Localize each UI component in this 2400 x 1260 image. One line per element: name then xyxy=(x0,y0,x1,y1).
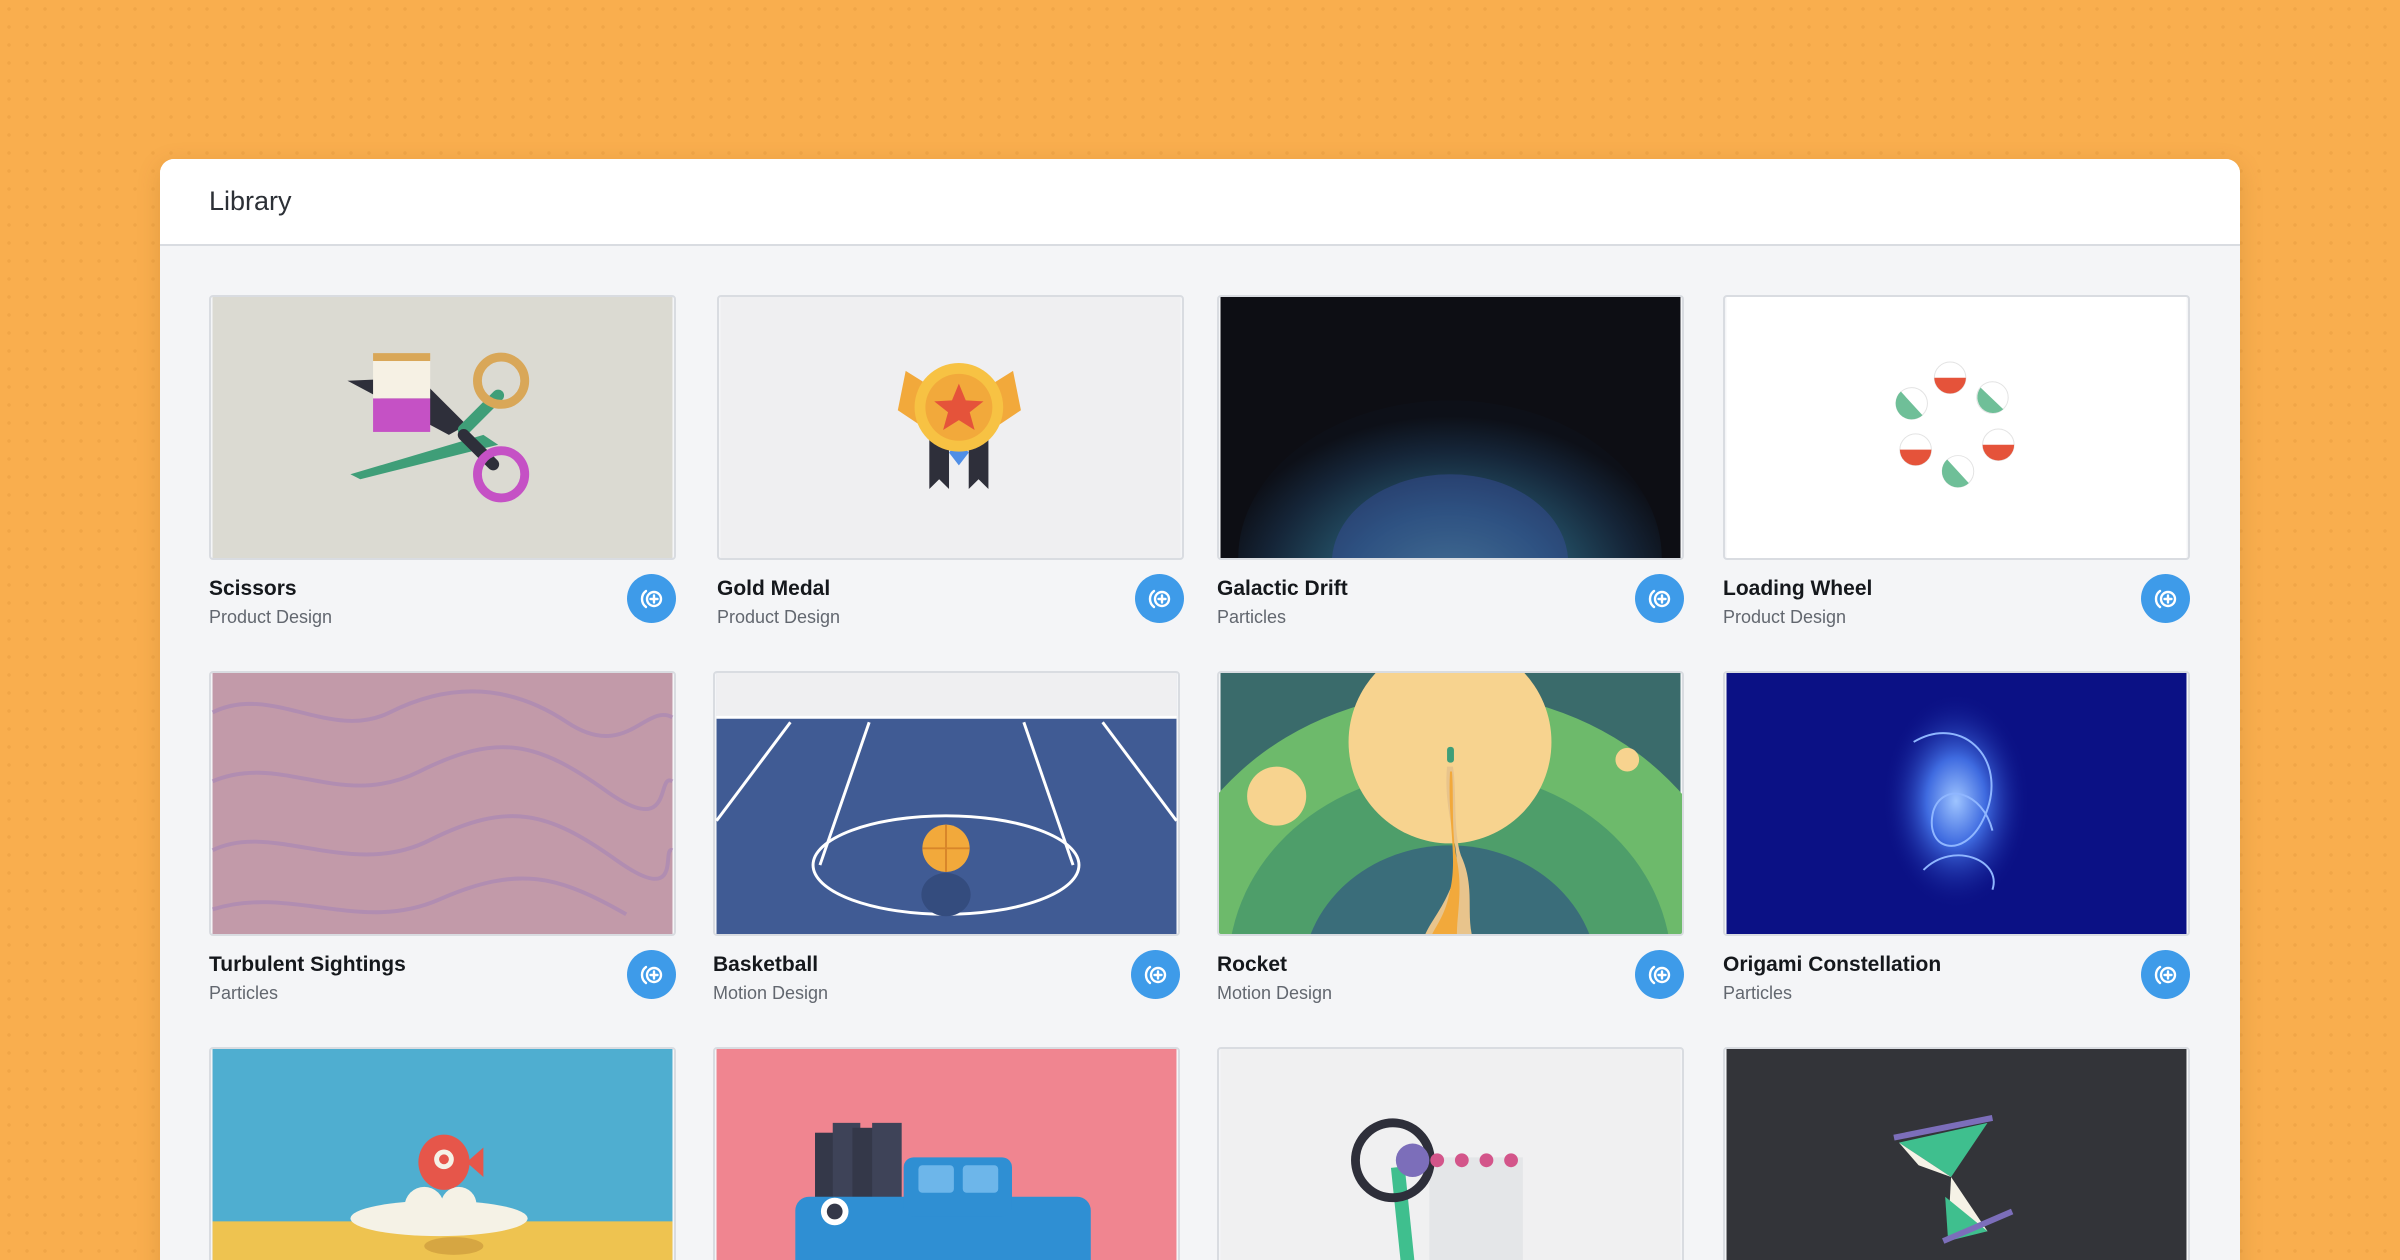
origami-constellation-illustration xyxy=(1726,673,2187,934)
card-category: Motion Design xyxy=(1217,983,1333,1003)
card-scissors[interactable]: Scissors Product Design xyxy=(209,295,676,627)
card-truck[interactable] xyxy=(713,1047,1180,1260)
card-thumbnail[interactable] xyxy=(209,295,676,560)
card-title[interactable]: Origami Constellation xyxy=(1723,953,1941,977)
card-thumbnail[interactable] xyxy=(717,295,1184,560)
remix-icon xyxy=(2154,965,2176,984)
turbulent-sightings-illustration xyxy=(211,673,674,934)
library-header: Library xyxy=(160,159,2240,246)
card-thumbnail[interactable] xyxy=(209,671,676,936)
card-gold-medal[interactable]: Gold Medal Product Design xyxy=(717,295,1184,627)
remix-button[interactable] xyxy=(627,574,676,623)
card-thumbnail[interactable] xyxy=(1723,295,2190,560)
fish-illustration xyxy=(212,1049,673,1260)
card-turbulent-sightings[interactable]: Turbulent Sightings Particles xyxy=(209,671,676,1003)
remix-button[interactable] xyxy=(1131,950,1180,999)
card-title[interactable]: Turbulent Sightings xyxy=(209,953,406,977)
card-basketball[interactable]: Basketball Motion Design xyxy=(713,671,1180,1003)
remix-icon xyxy=(1648,589,1670,608)
card-category: Product Design xyxy=(717,607,841,627)
remix-icon xyxy=(640,589,662,608)
card-category: Product Design xyxy=(1723,607,1847,627)
page-title: Library xyxy=(209,186,292,216)
card-title[interactable]: Gold Medal xyxy=(717,577,830,601)
remix-icon xyxy=(1144,965,1166,984)
scissors-illustration xyxy=(212,297,673,558)
card-thumbnail[interactable] xyxy=(1723,1047,2190,1260)
rocket-illustration xyxy=(1219,673,1682,934)
card-hourglass[interactable] xyxy=(1723,1047,2190,1260)
card-loading-wheel[interactable]: Loading Wheel Product Design xyxy=(1723,295,2190,627)
remix-button[interactable] xyxy=(2141,950,2190,999)
card-category: Motion Design xyxy=(713,983,829,1003)
remix-button[interactable] xyxy=(627,950,676,999)
hourglass-illustration xyxy=(1726,1049,2187,1260)
loading-wheel-illustration xyxy=(1726,297,2187,558)
card-thumbnail[interactable] xyxy=(209,1047,676,1260)
library-window: Library Scissors Product Design Gold Med… xyxy=(160,159,2240,1260)
card-thumbnail[interactable] xyxy=(713,671,1180,936)
card-category: Product Design xyxy=(209,607,333,627)
remix-button[interactable] xyxy=(2141,574,2190,623)
galactic-drift-illustration xyxy=(1220,297,1681,558)
magnifier-illustration xyxy=(1220,1049,1681,1260)
card-thumbnail[interactable] xyxy=(1217,295,1684,560)
card-magnifier[interactable] xyxy=(1217,1047,1684,1260)
card-category: Particles xyxy=(1217,607,1287,627)
card-thumbnail[interactable] xyxy=(1217,671,1684,936)
remix-button[interactable] xyxy=(1635,574,1684,623)
remix-button[interactable] xyxy=(1135,574,1184,623)
remix-icon xyxy=(640,965,662,984)
truck-illustration xyxy=(716,1049,1177,1260)
remix-icon xyxy=(1148,589,1170,608)
card-fish[interactable] xyxy=(209,1047,676,1260)
remix-icon xyxy=(1648,965,1670,984)
card-category: Particles xyxy=(1723,983,1793,1003)
card-title[interactable]: Galactic Drift xyxy=(1217,577,1348,601)
card-rocket[interactable]: Rocket Motion Design xyxy=(1217,671,1684,1003)
basketball-illustration xyxy=(715,673,1178,934)
card-thumbnail[interactable] xyxy=(713,1047,1180,1260)
card-title[interactable]: Basketball xyxy=(713,953,818,977)
card-title[interactable]: Rocket xyxy=(1217,953,1287,977)
card-title[interactable]: Loading Wheel xyxy=(1723,577,1872,601)
card-origami-constellation[interactable]: Origami Constellation Particles xyxy=(1723,671,2190,1003)
gold-medal-illustration xyxy=(720,297,1181,558)
card-category: Particles xyxy=(209,983,279,1003)
card-title[interactable]: Scissors xyxy=(209,577,297,601)
card-thumbnail[interactable] xyxy=(1723,671,2190,936)
card-thumbnail[interactable] xyxy=(1217,1047,1684,1260)
remix-button[interactable] xyxy=(1635,950,1684,999)
remix-icon xyxy=(2154,589,2176,608)
card-galactic-drift[interactable]: Galactic Drift Particles xyxy=(1217,295,1684,627)
